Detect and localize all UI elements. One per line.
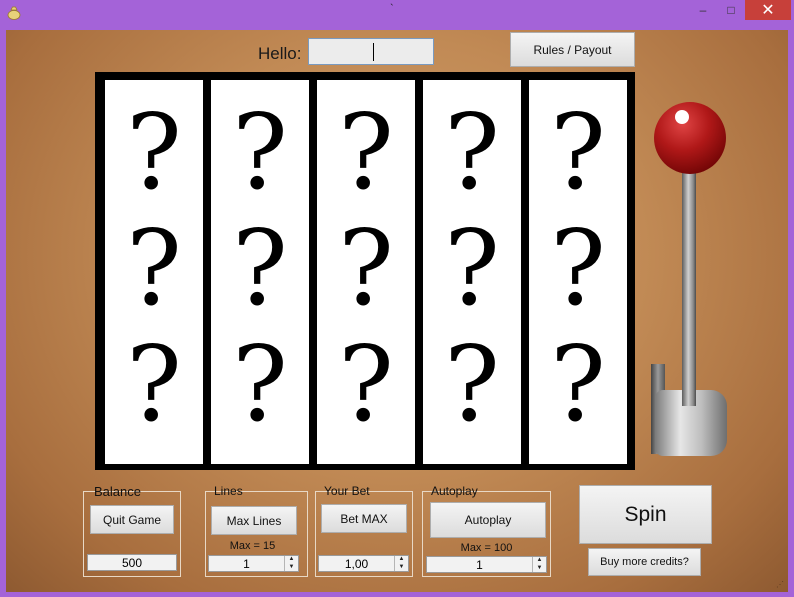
bet-stepper[interactable]: 1,00 ▲ ▼ — [318, 555, 409, 572]
minimize-button[interactable]: ‒ — [689, 0, 717, 20]
rules-payout-button[interactable]: Rules / Payout — [510, 32, 635, 67]
title-bar[interactable]: ` ‒ □ ✕ — [0, 0, 794, 24]
reel-symbol: ? — [338, 91, 394, 213]
stepper-up-icon[interactable]: ▲ — [533, 557, 546, 564]
stepper-down-icon[interactable]: ▼ — [533, 565, 546, 572]
lines-group: Lines Max Lines Max = 15 1 ▲ ▼ — [205, 484, 308, 577]
reel-symbol: ? — [338, 323, 394, 445]
autoplay-value: 1 — [476, 557, 483, 572]
lines-stepper[interactable]: 1 ▲ ▼ — [208, 555, 299, 572]
close-button[interactable]: ✕ — [745, 0, 791, 20]
reel-symbol: ? — [126, 207, 182, 329]
reel-5: ? ? ? — [529, 80, 627, 464]
hello-label: Hello: — [258, 44, 302, 63]
reel-symbol: ? — [338, 207, 394, 329]
lever-knob-highlight — [675, 110, 689, 124]
text-caret — [373, 43, 374, 61]
stepper-up-icon[interactable]: ▲ — [395, 556, 408, 563]
resize-grip-icon[interactable]: ⋰ — [776, 580, 784, 589]
reel-symbol: ? — [232, 323, 288, 445]
reel-2: ? ? ? — [211, 80, 309, 464]
autoplay-button[interactable]: Autoplay — [430, 502, 546, 538]
spin-button[interactable]: Spin — [579, 485, 712, 544]
lines-title: Lines — [214, 484, 243, 498]
lines-value: 1 — [243, 556, 250, 571]
app-window: ` ‒ □ ✕ Hello: Rules / Payout ? ? ? ? ? … — [0, 0, 794, 597]
reel-symbol: ? — [232, 207, 288, 329]
autoplay-title: Autoplay — [431, 484, 478, 498]
stepper-down-icon[interactable]: ▼ — [285, 564, 298, 571]
reel-3: ? ? ? — [317, 80, 415, 464]
reels-frame: ? ? ? ? ? ? ? ? ? ? ? ? ? ? ? — [95, 72, 635, 470]
quit-game-button[interactable]: Quit Game — [90, 505, 174, 534]
reel-1: ? ? ? — [105, 80, 203, 464]
reel-symbol: ? — [444, 91, 500, 213]
window-title: ` — [390, 3, 394, 15]
reel-4: ? ? ? — [423, 80, 521, 464]
autoplay-max-label: Max = 100 — [460, 542, 513, 554]
autoplay-stepper[interactable]: 1 ▲ ▼ — [426, 556, 547, 573]
money-bag-icon — [7, 6, 21, 20]
reel-symbol: ? — [550, 91, 606, 213]
bet-group: Your Bet Bet MAX 1,00 ▲ ▼ — [315, 484, 413, 577]
reel-symbol: ? — [550, 207, 606, 329]
bet-value: 1,00 — [344, 556, 369, 571]
bet-max-button[interactable]: Bet MAX — [321, 504, 407, 533]
maximize-button[interactable]: □ — [717, 0, 745, 20]
reel-symbol: ? — [550, 323, 606, 445]
reel-symbol: ? — [232, 91, 288, 213]
max-lines-button[interactable]: Max Lines — [211, 506, 297, 535]
bet-title: Your Bet — [324, 484, 370, 498]
slot-machine-panel: Hello: Rules / Payout ? ? ? ? ? ? ? ? ? — [6, 30, 788, 592]
reel-symbol: ? — [444, 323, 500, 445]
stepper-down-icon[interactable]: ▼ — [395, 564, 408, 571]
reel-symbol: ? — [126, 91, 182, 213]
balance-group: Balance Quit Game 500 — [83, 484, 181, 577]
autoplay-group: Autoplay Autoplay Max = 100 1 ▲ ▼ — [422, 484, 551, 577]
lever-shaft[interactable] — [682, 170, 696, 406]
buy-credits-button[interactable]: Buy more credits? — [588, 548, 701, 576]
lines-max-label: Max = 15 — [229, 540, 276, 552]
balance-title: Balance — [94, 484, 141, 499]
stepper-up-icon[interactable]: ▲ — [285, 556, 298, 563]
reel-symbol: ? — [444, 207, 500, 329]
player-name-input[interactable] — [308, 38, 434, 65]
lever-knob[interactable] — [654, 102, 726, 174]
reel-symbol: ? — [126, 323, 182, 445]
balance-value: 500 — [87, 554, 177, 571]
